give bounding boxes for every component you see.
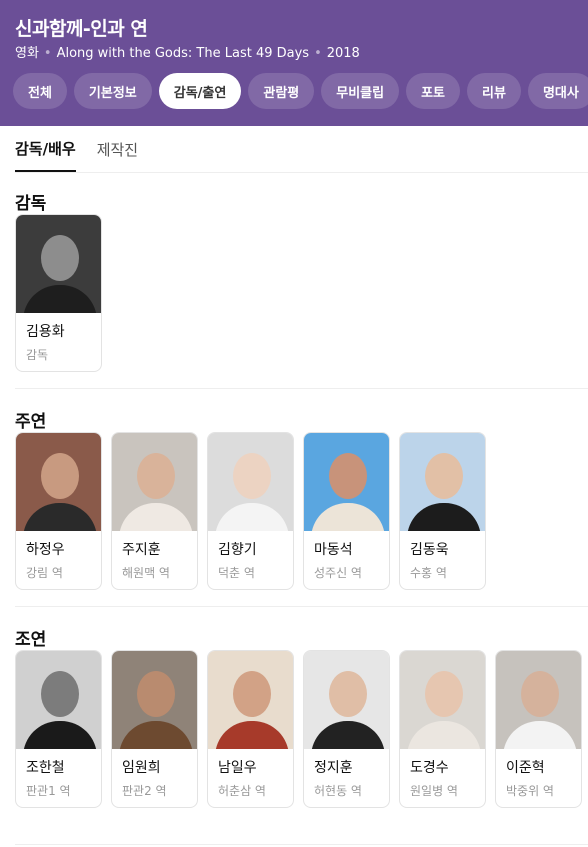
person-role: 덕춘 역 [218,566,255,580]
subtab-1[interactable]: 제작진 [97,126,138,172]
person-name: 정지훈 [314,760,353,776]
person-role: 강림 역 [26,566,63,580]
person-role: 감독 [26,348,49,362]
tab-4[interactable]: 무비클립 [321,73,400,109]
person-role: 허현동 역 [314,784,362,798]
tab-2[interactable]: 감독/출연 [158,73,242,109]
section-title-main: 주연 [15,412,47,432]
person-name: 남일우 [218,760,257,776]
person-card[interactable]: 마동석성주신 역 [303,432,390,590]
person-photo [496,651,581,749]
cast-subtabs: 감독/배우 제작진 [15,126,138,172]
tab-5[interactable]: 포토 [406,73,461,109]
person-name: 김용화 [26,324,65,340]
person-photo [400,433,485,531]
supporting-cast-list: 조한철 판관1 역 임원희 판관2 역 남일우 허춘삼 역 정지훈 허현동 역 도경수 원일병 역… [15,650,582,808]
person-role: 원일병 역 [410,784,458,798]
movie-title: 신과함께-인과 연 [15,18,148,40]
director-section: 감독 김용화 감독 [15,189,588,372]
person-photo [16,215,101,313]
person-photo [208,651,293,749]
tab-7[interactable]: 명대사 [527,73,588,109]
person-role: 박중위 역 [506,784,554,798]
person-role: 성주신 역 [314,566,362,580]
person-name: 주지훈 [122,542,161,558]
person-photo [16,651,101,749]
person-name: 김향기 [218,542,257,558]
person-card[interactable]: 김동욱수홍 역 [399,432,486,590]
person-card[interactable]: 조한철판관1 역 [15,650,102,808]
person-photo [112,651,197,749]
person-card[interactable]: 주지훈해원맥 역 [111,432,198,590]
person-card[interactable]: 도경수원일병 역 [399,650,486,808]
person-role: 판관2 역 [122,784,167,798]
person-role: 수홍 역 [410,566,447,580]
person-role: 판관1 역 [26,784,71,798]
person-name: 마동석 [314,542,353,558]
person-card[interactable]: 남일우허춘삼 역 [207,650,294,808]
person-photo [304,433,389,531]
section-tabs: 전체 기본정보 감독/출연 관람평 무비클립 포토 리뷰 명대사 [13,73,588,109]
content-sheet: 감독/배우 제작진 감독 김용화 감독 주연 하정우 강림 역 주지훈 해원맥 역 김향기 덕… [0,126,588,847]
person-name: 김동욱 [410,542,449,558]
person-card[interactable]: 하정우강림 역 [15,432,102,590]
person-name: 임원희 [122,760,161,776]
person-name: 이준혁 [506,760,545,776]
person-role: 허춘삼 역 [218,784,266,798]
movie-meta: 영화 • Along with the Gods: The Last 49 Days… [15,46,360,61]
subtab-0[interactable]: 감독/배우 [15,126,76,172]
person-card[interactable]: 정지훈허현동 역 [303,650,390,808]
person-name: 조한철 [26,760,65,776]
movie-english-title: Along with the Gods: The Last 49 Days [56,46,310,61]
main-cast-section: 주연 하정우 강림 역 주지훈 해원맥 역 김향기 덕춘 역 마동석 성주신 역 김동욱 수홍 역 [15,407,588,590]
person-photo [400,651,485,749]
person-photo [112,433,197,531]
person-photo [208,433,293,531]
section-title-director: 감독 [15,194,47,214]
person-name: 도경수 [410,760,449,776]
tab-1[interactable]: 기본정보 [73,73,152,109]
supporting-cast-section: 조연 조한철 판관1 역 임원희 판관2 역 남일우 허춘삼 역 정지훈 허현동 역 도경수 원일… [15,625,588,808]
person-photo [304,651,389,749]
person-role: 해원맥 역 [122,566,170,580]
tab-0[interactable]: 전체 [13,73,67,109]
section-title-supporting: 조연 [15,630,47,650]
movie-header: 신과함께-인과 연 영화 • Along with the Gods: The La… [0,0,588,126]
movie-year: 2018 [326,46,360,61]
person-card[interactable]: 이준혁박중위 역 [495,650,582,808]
main-cast-list: 하정우 강림 역 주지훈 해원맥 역 김향기 덕춘 역 마동석 성주신 역 김동욱 수홍 역 [15,432,486,590]
director-list: 김용화감독 [15,214,102,372]
tab-3[interactable]: 관람평 [248,73,315,109]
movie-genre: 영화 [15,46,39,61]
person-photo [16,433,101,531]
person-card[interactable]: 임원희판관2 역 [111,650,198,808]
person-card[interactable]: 김향기덕춘 역 [207,432,294,590]
person-card[interactable]: 김용화감독 [15,214,102,372]
person-name: 하정우 [26,542,65,558]
tab-6[interactable]: 리뷰 [467,73,521,109]
